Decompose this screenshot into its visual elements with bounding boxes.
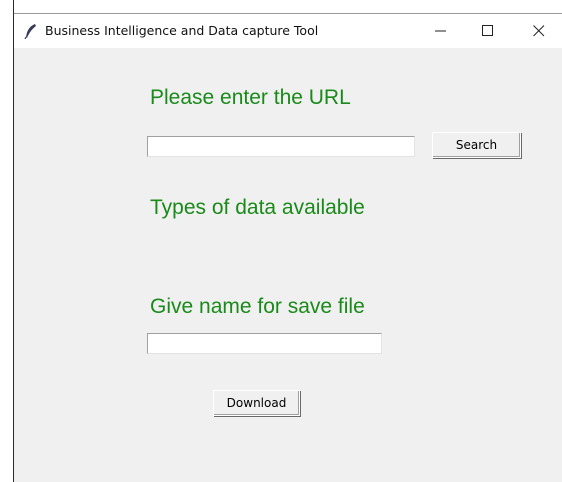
search-button[interactable]: Search — [432, 132, 521, 158]
app-window: Business Intelligence and Data capture T… — [14, 13, 562, 482]
save-filename-input[interactable] — [147, 333, 382, 354]
minimize-icon — [435, 25, 447, 37]
maximize-icon — [482, 25, 494, 37]
close-button[interactable] — [516, 14, 562, 48]
desktop-edge — [0, 0, 14, 482]
window-title: Business Intelligence and Data capture T… — [45, 23, 319, 38]
title-bar[interactable]: Business Intelligence and Data capture T… — [14, 14, 562, 48]
save-file-prompt-label: Give name for save file — [150, 295, 365, 318]
url-prompt-label: Please enter the URL — [150, 86, 351, 109]
minimize-button[interactable] — [418, 14, 464, 48]
download-button[interactable]: Download — [213, 390, 300, 416]
feather-icon — [24, 23, 38, 40]
data-types-label: Types of data available — [150, 196, 365, 219]
maximize-button[interactable] — [465, 14, 511, 48]
url-input[interactable] — [147, 136, 415, 157]
close-icon — [533, 25, 545, 37]
